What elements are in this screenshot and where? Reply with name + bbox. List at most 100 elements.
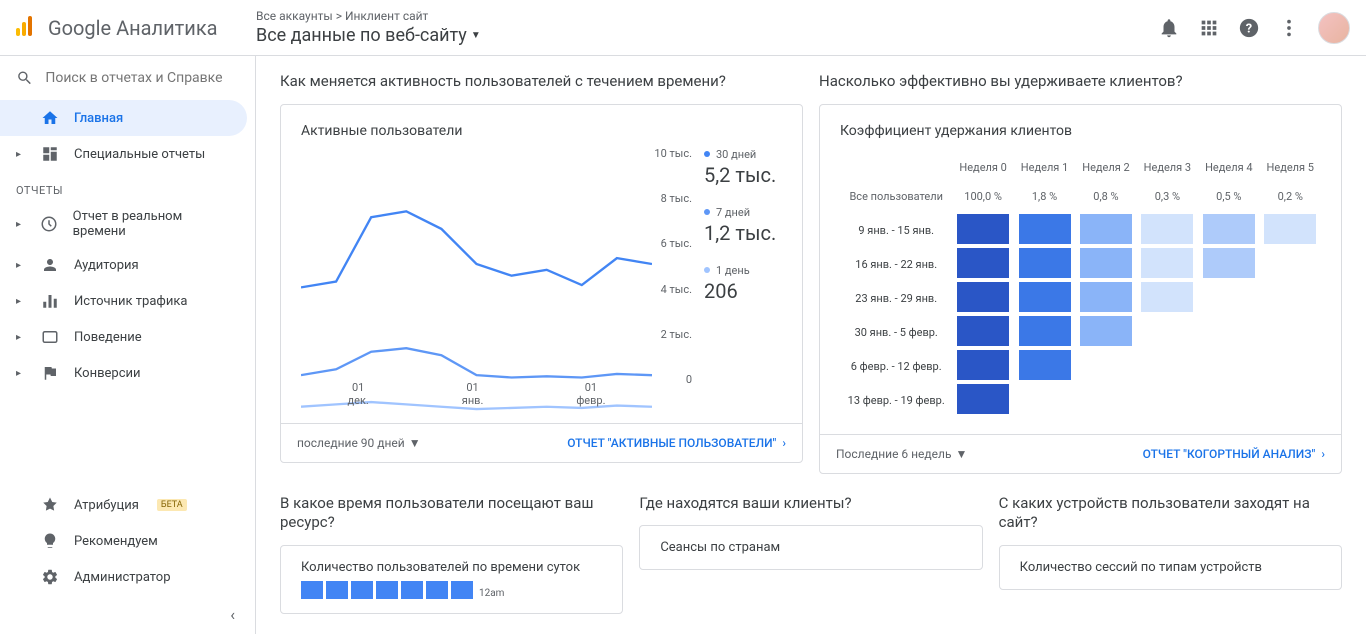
nav-label: Главная [74,111,123,126]
nav-label: Атрибуция [74,498,139,513]
active-users-section: Как меняется активность пользователей с … [280,72,803,474]
flag-icon [40,363,60,383]
cohort-cell [1075,384,1136,418]
dashboard-icon [40,144,60,164]
nav-home[interactable]: Главная [0,100,247,136]
cohort-header-row: Неделя 0Неделя 1Неделя 2Неделя 3Неделя 4… [840,155,1321,180]
chevron-down-icon: ▼ [409,436,421,450]
nav-conversions[interactable]: ▸ Конверсии [0,355,247,391]
cohort-row-label: 6 февр. - 12 февр. [840,350,952,384]
attribution-icon [40,495,60,515]
help-icon[interactable]: ? [1238,17,1260,39]
cohort-cell [1014,248,1075,282]
clock-icon [40,214,59,234]
view-title-text: Все данные по веб-сайту [256,25,467,46]
cohort-cell [1198,350,1259,384]
chart-x-ticks: 01дек. 01янв. 01февр. [301,381,652,407]
sidebar-collapse-button[interactable]: ‹ [0,595,255,634]
cohort-row: 6 февр. - 12 февр. [840,350,1321,384]
gear-icon [40,567,60,587]
question-devices: С каких устройств пользователи заходят н… [999,494,1342,533]
view-selector[interactable]: Все данные по веб-сайту ▼ [256,25,1158,46]
nav-audience[interactable]: ▸ Аудитория [0,247,247,283]
more-vert-icon[interactable] [1278,17,1300,39]
cohort-cell [952,350,1013,384]
cohort-cell [1014,316,1075,350]
cohort-cell [1137,384,1198,418]
line-chart-svg [301,147,652,416]
card-title: Сеансы по странам [660,540,961,555]
question-active-users: Как меняется активность пользователей с … [280,72,803,92]
search-row[interactable] [0,56,255,100]
cohort-table: Неделя 0Неделя 1Неделя 2Неделя 3Неделя 4… [840,155,1321,418]
nav-label: Рекомендуем [74,534,158,549]
date-range-picker[interactable]: последние 90 дней ▼ [297,436,421,450]
cohort-cell [1260,248,1321,282]
header-main: Все аккаунты > Инклиент сайт Все данные … [256,9,1158,46]
logo[interactable]: Google Аналитика [16,16,256,40]
cohort-cell [1014,214,1075,248]
nav-label: Источник трафика [74,294,187,309]
cohort-row-label: 30 янв. - 5 февр. [840,316,952,350]
cohort-cell [1137,214,1198,248]
nav-label: Конверсии [74,366,141,381]
nav-discover[interactable]: Рекомендуем [0,523,247,559]
nav-realtime[interactable]: ▸ Отчет в реальном времени [0,201,247,247]
cohort-row: 23 янв. - 29 янв. [840,282,1321,316]
active-users-card: Активные пользователи 10 тыс. 8 тыс. 6 т… [280,104,803,463]
analytics-logo-icon [16,16,40,40]
nav-attribution[interactable]: Атрибуция БЕТА [0,487,247,523]
logo-text: Google Аналитика [48,16,218,40]
cohort-cell [952,384,1013,418]
hour-bars [301,581,473,599]
bell-icon[interactable] [1158,17,1180,39]
dot-icon [704,267,710,273]
nav-special-reports[interactable]: ▸ Специальные отчеты [0,136,247,172]
dot-icon [704,151,710,157]
top-bar: Google Аналитика Все аккаунты > Инклиент… [0,0,1366,56]
open-report-link[interactable]: ОТЧЕТ "АКТИВНЫЕ ПОЛЬЗОВАТЕЛИ" › [567,436,786,450]
legend-item-7d[interactable]: 7 дней1,2 тыс. [704,205,782,245]
cohort-cell [1198,316,1259,350]
cohort-row: 30 янв. - 5 февр. [840,316,1321,350]
chevron-right-icon: › [782,436,786,450]
search-input[interactable] [45,70,239,86]
nav-acquisition[interactable]: ▸ Источник трафика [0,283,247,319]
devices-section: С каких устройств пользователи заходят н… [999,494,1342,614]
card-title: Количество пользователей по времени суто… [301,560,602,575]
question-retention: Насколько эффективно вы удерживаете клие… [819,72,1342,92]
nav-admin[interactable]: Администратор [0,559,247,595]
apps-grid-icon[interactable] [1198,17,1220,39]
cohort-cell [1014,384,1075,418]
cohort-cell [952,248,1013,282]
cohort-cell [1014,350,1075,384]
acquisition-icon [40,291,60,311]
open-report-link[interactable]: ОТЧЕТ "КОГОРТНЫЙ АНАЛИЗ" › [1143,447,1325,461]
legend-item-1d[interactable]: 1 день206 [704,263,782,303]
nav-label: Администратор [74,570,171,585]
breadcrumb[interactable]: Все аккаунты > Инклиент сайт [256,9,1158,23]
avatar[interactable] [1318,12,1350,44]
cohort-row: 13 февр. - 19 февр. [840,384,1321,418]
search-icon [16,68,33,88]
cohort-cell [1198,282,1259,316]
home-icon [40,108,60,128]
retention-section: Насколько эффективно вы удерживаете клие… [819,72,1342,474]
cohort-row-label: 13 февр. - 19 февр. [840,384,952,418]
cohort-row-label: 23 янв. - 29 янв. [840,282,952,316]
cohort-cell [1260,316,1321,350]
cohort-cell [1260,384,1321,418]
nav-label: Аудитория [74,258,139,273]
cohort-cell [1198,384,1259,418]
chevron-down-icon: ▼ [471,30,481,41]
cohort-all-users-row: Все пользователи 100,0 %1,8 %0,8 %0,3 %0… [840,180,1321,214]
legend-item-30d[interactable]: 30 дней5,2 тыс. [704,147,782,187]
cohort-cell [1075,248,1136,282]
dot-icon [704,209,710,215]
date-range-picker[interactable]: Последние 6 недель ▼ [836,447,967,461]
cohort-cell [1075,316,1136,350]
question-when-visit: В какое время пользователи посещают ваш … [280,494,623,533]
when-visit-section: В какое время пользователи посещают ваш … [280,494,623,614]
country-card: Сеансы по странам [639,525,982,570]
nav-behavior[interactable]: ▸ Поведение [0,319,247,355]
